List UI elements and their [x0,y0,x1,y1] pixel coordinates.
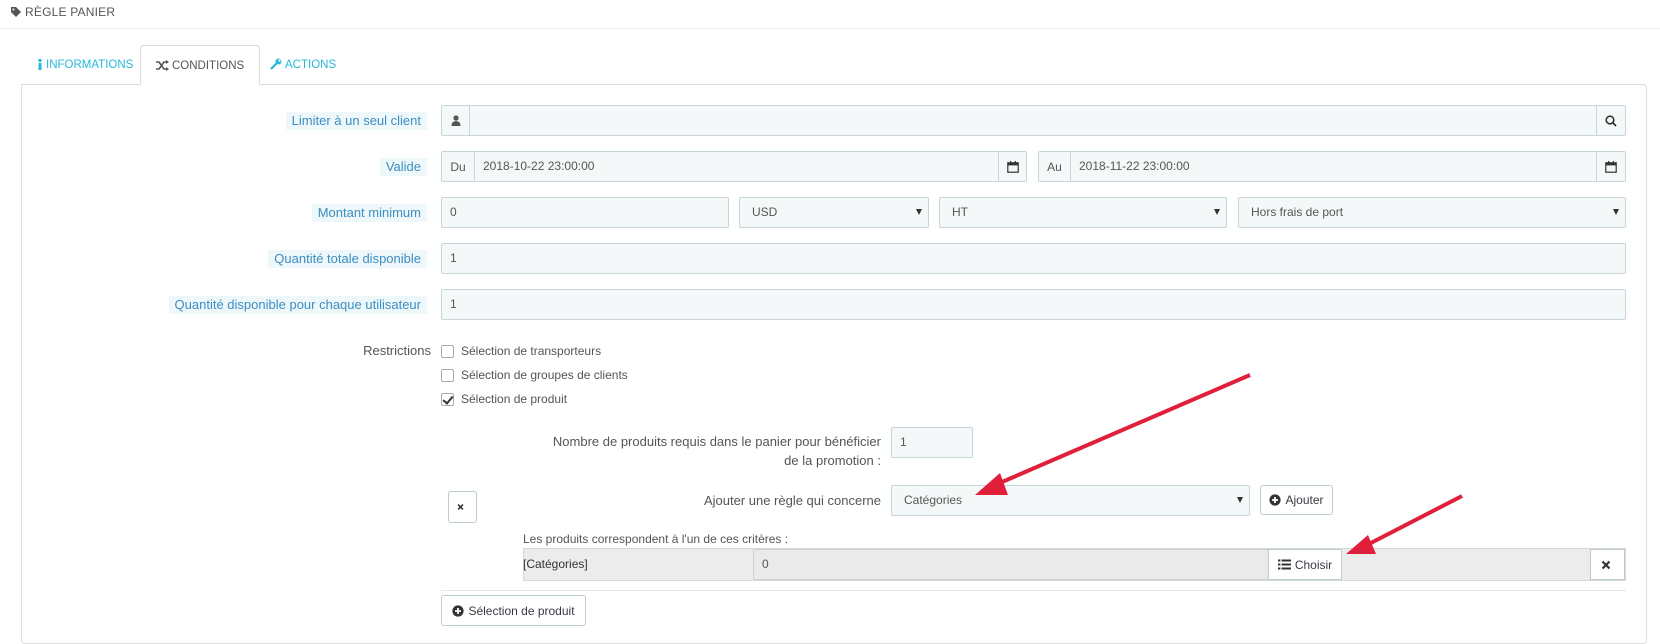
tab-conditions[interactable]: CONDITIONS [140,45,261,85]
shuffle-icon [156,60,169,71]
annotation-arrows [975,373,1463,554]
red-arrow-icon [975,373,1251,495]
tab-conditions-label: CONDITIONS [172,60,245,72]
red-arrow-icon [1346,494,1463,554]
